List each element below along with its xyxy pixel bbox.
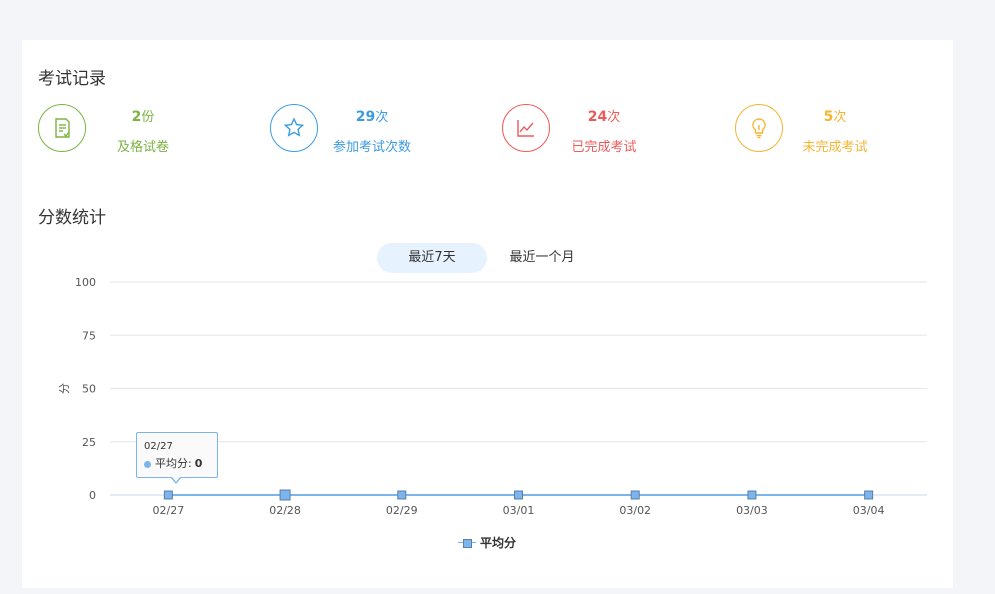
legend-label: 平均分 — [480, 536, 517, 550]
document-icon — [38, 104, 86, 152]
x-tick-label: 02/27 — [153, 504, 185, 517]
tab-last-month[interactable]: 最近一个月 — [487, 243, 597, 273]
tooltip-value: 0 — [194, 457, 203, 470]
stat-passed-papers: 2份 及格试卷 — [38, 104, 218, 156]
exam-records-title: 考试记录 — [38, 69, 106, 89]
stat-label: 参加考试次数 — [332, 140, 411, 155]
x-tick-label: 02/29 — [386, 504, 418, 517]
line-chart-icon — [502, 104, 550, 152]
data-point-marker — [397, 490, 407, 500]
y-tick-label: 75 — [82, 329, 96, 342]
stat-value: 24 — [587, 109, 608, 125]
data-point-marker — [279, 489, 291, 501]
stat-completed-exams: 24次 已完成考试 — [502, 104, 682, 156]
tooltip-arrow-inner — [171, 476, 181, 482]
chart-legend-item[interactable]: 平均分 — [458, 534, 516, 551]
y-tick-label: 25 — [82, 436, 96, 449]
score-line-chart: 0 25 50 75 100 分 02/27 02/28 02/29 03/01 03/02 03/0… — [58, 276, 927, 517]
score-stats-title: 分数统计 — [38, 208, 106, 228]
stat-unit: 次 — [833, 110, 847, 125]
data-point-marker — [747, 490, 757, 500]
tooltip-date: 02/27 — [144, 441, 173, 452]
star-icon — [270, 104, 318, 152]
stat-uncompleted-exams: 5次 未完成考试 — [735, 104, 915, 156]
x-tick-label: 03/01 — [503, 504, 535, 517]
y-tick-label: 50 — [82, 383, 96, 396]
stat-label: 已完成考试 — [571, 140, 637, 155]
x-tick-label: 03/02 — [619, 504, 651, 517]
stat-value: 5 — [823, 109, 834, 125]
legend-marker-icon — [458, 538, 476, 548]
tooltip-series-dot — [144, 460, 151, 468]
stat-unit: 份 — [141, 110, 155, 125]
stat-value: 2 — [131, 109, 142, 125]
x-tick-label: 03/03 — [736, 504, 768, 517]
stat-unit: 次 — [607, 110, 621, 125]
stat-label: 及格试卷 — [116, 140, 169, 155]
y-tick-label: 0 — [89, 489, 96, 502]
stat-exam-attempts: 29次 参加考试次数 — [270, 104, 450, 156]
tooltip-row: 平均分: 0 — [144, 455, 217, 471]
stat-unit: 次 — [375, 110, 389, 125]
stat-label: 未完成考试 — [802, 140, 868, 155]
data-point-marker — [514, 490, 523, 500]
data-point-marker — [630, 490, 640, 500]
y-tick-label: 100 — [75, 276, 96, 289]
stat-value: 29 — [355, 109, 376, 125]
chart-tooltip: 02/27 平均分: 0 — [136, 432, 218, 478]
tab-last-7-days[interactable]: 最近7天 — [377, 243, 487, 273]
x-tick-label: 03/04 — [853, 504, 885, 517]
exam-dashboard-card: 考试记录 2份 及格试卷 29次 参加考试次数 24次 已完成考试 5次 未完成… — [22, 40, 953, 588]
data-point-marker — [163, 490, 173, 500]
y-axis-title: 分 — [58, 383, 71, 394]
data-point-marker — [864, 490, 874, 500]
x-tick-label: 02/28 — [269, 504, 301, 517]
tooltip-series-name: 平均分 — [155, 457, 188, 470]
